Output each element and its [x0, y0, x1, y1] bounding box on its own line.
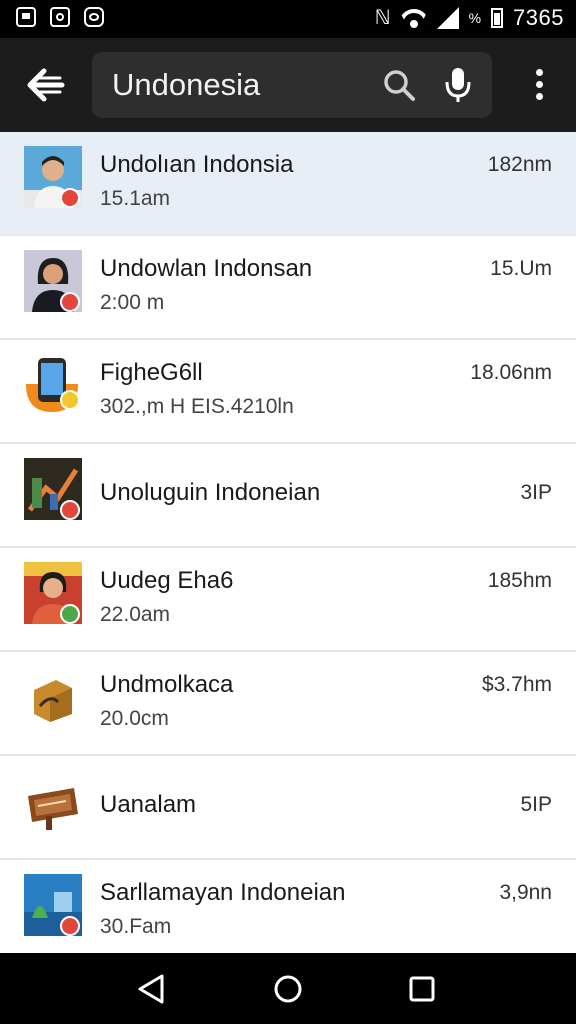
notification-icons — [16, 7, 104, 27]
system-icons: ℕ % 7365 — [375, 5, 564, 31]
item-meta: 185hm — [487, 569, 552, 592]
no-nfc-icon: ℕ — [374, 7, 391, 29]
list-item[interactable]: Uanalam 5IP — [0, 756, 576, 860]
search-input[interactable]: Undonesia — [112, 66, 260, 104]
back-arrow-icon — [27, 68, 65, 102]
list-item[interactable]: Undolıan Indonsia 15.1am 182nm — [0, 132, 576, 236]
chat-icon — [84, 7, 104, 27]
item-title: Undmolkaca — [100, 671, 234, 698]
battery-percent-glyph: % — [468, 10, 482, 26]
back-button[interactable] — [22, 62, 70, 108]
list-item[interactable]: Unoluguin Indoneian 3IP — [0, 444, 576, 548]
item-subtitle: 30.Fam — [100, 915, 172, 938]
overflow-menu-icon[interactable] — [524, 66, 554, 106]
signal-icon — [436, 7, 459, 29]
item-subtitle: 15.1am — [100, 187, 171, 210]
item-title: Undowlan Indonsan — [100, 255, 313, 282]
person-poster-icon — [24, 562, 82, 624]
sign-board-icon — [28, 788, 78, 830]
item-title: FigheG6ll — [100, 359, 203, 386]
item-meta: $3.7hm — [481, 673, 552, 696]
item-title: Sarllamayan Indoneian — [100, 879, 346, 906]
item-meta: 18.06nm — [470, 361, 552, 384]
camera-icon — [50, 7, 70, 27]
app-toolbar: Undonesia — [0, 38, 576, 132]
item-meta: 182nm — [487, 153, 552, 176]
item-subtitle: 302.,m H EIS.4210ln — [100, 395, 294, 418]
box-icon — [34, 680, 72, 722]
item-title: Uudeg Eha6 — [100, 567, 234, 594]
result-list: Undolıan Indonsia 15.1am 182nm Undowlan … — [0, 132, 576, 964]
status-bar: ℕ % 7365 — [0, 0, 576, 38]
list-item[interactable]: Uudeg Eha6 22.0am 185hm — [0, 548, 576, 652]
item-meta: 15.Um — [490, 257, 552, 280]
phone-app-icon — [26, 358, 80, 412]
item-meta: 5IP — [520, 793, 552, 816]
search-field[interactable]: Undonesia — [92, 52, 492, 118]
list-item[interactable]: Undmolkaca 20.0cm $3.7hm — [0, 652, 576, 756]
item-meta: 3IP — [520, 481, 552, 504]
item-subtitle: 2:00 m — [100, 291, 165, 314]
person-avatar-icon — [24, 146, 82, 208]
chart-art-icon — [24, 458, 82, 520]
person-avatar-icon — [24, 250, 82, 312]
item-title: Undolıan Indonsia — [100, 151, 294, 178]
list-item[interactable]: FigheG6ll 302.,m H EIS.4210ln 18.06nm — [0, 340, 576, 444]
system-nav-bar — [0, 953, 576, 1024]
landscape-icon — [24, 874, 82, 936]
item-meta: 3,9nn — [499, 881, 552, 904]
search-icon[interactable] — [382, 68, 416, 102]
item-subtitle: 22.0am — [100, 603, 171, 626]
battery-icon — [491, 8, 504, 28]
item-subtitle: 20.0cm — [100, 707, 169, 730]
photo-icon — [16, 7, 36, 27]
nav-back-icon[interactable] — [134, 973, 170, 1005]
nav-home-icon[interactable] — [270, 973, 306, 1005]
wifi-icon — [401, 7, 427, 29]
nav-recents-icon[interactable] — [404, 973, 440, 1005]
microphone-icon[interactable] — [444, 66, 472, 104]
clock: 7365 — [513, 5, 564, 30]
list-item[interactable]: Undowlan Indonsan 2:00 m 15.Um — [0, 236, 576, 340]
item-title: Uanalam — [100, 791, 197, 818]
item-title: Unoluguin Indoneian — [100, 479, 321, 506]
list-item[interactable]: Sarllamayan Indoneian 30.Fam 3,9nn — [0, 860, 576, 964]
